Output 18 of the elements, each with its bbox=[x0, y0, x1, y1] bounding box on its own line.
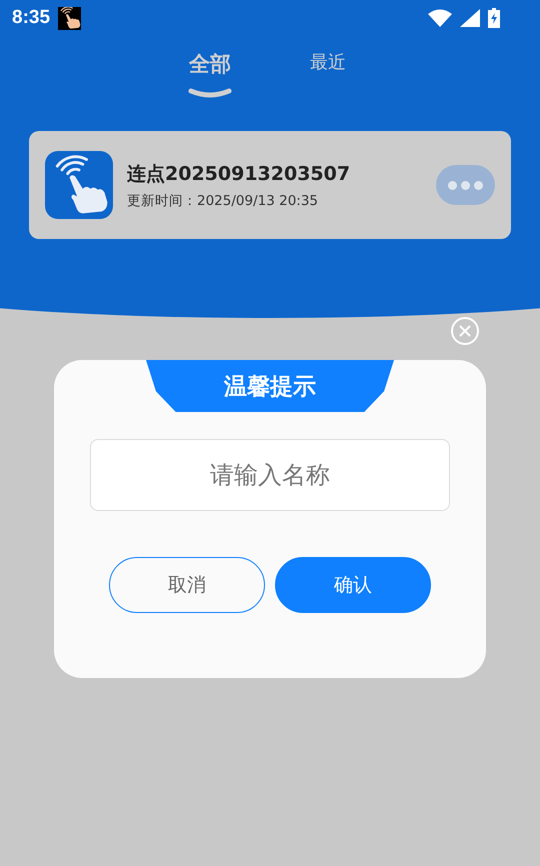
tap-hand-icon bbox=[45, 151, 113, 219]
name-input-field[interactable]: 请输入名称 bbox=[90, 439, 450, 511]
more-button[interactable] bbox=[436, 165, 495, 205]
item-title: 连点20250913203507 bbox=[127, 162, 352, 186]
battery-icon bbox=[488, 8, 500, 28]
dialog-title: 温馨提示 bbox=[146, 360, 394, 412]
tab[interactable]: 最近 bbox=[310, 50, 346, 110]
confirm-button[interactable]: 确认 bbox=[275, 557, 431, 613]
hand-icon bbox=[58, 6, 82, 30]
item-update-time: 更新时间：2025/09/13 20:35 bbox=[127, 192, 320, 210]
tab[interactable]: 全部 bbox=[188, 50, 232, 110]
tab-indicator bbox=[188, 88, 232, 98]
close-icon[interactable] bbox=[450, 316, 480, 346]
cancel-button[interactable]: 取消 bbox=[109, 557, 265, 613]
wifi-icon bbox=[428, 9, 452, 27]
signal-icon bbox=[460, 9, 480, 27]
item-card[interactable]: 连点20250913203507 更新时间：2025/09/13 20:35 bbox=[29, 131, 511, 239]
status-time: 8:35 bbox=[12, 7, 50, 29]
